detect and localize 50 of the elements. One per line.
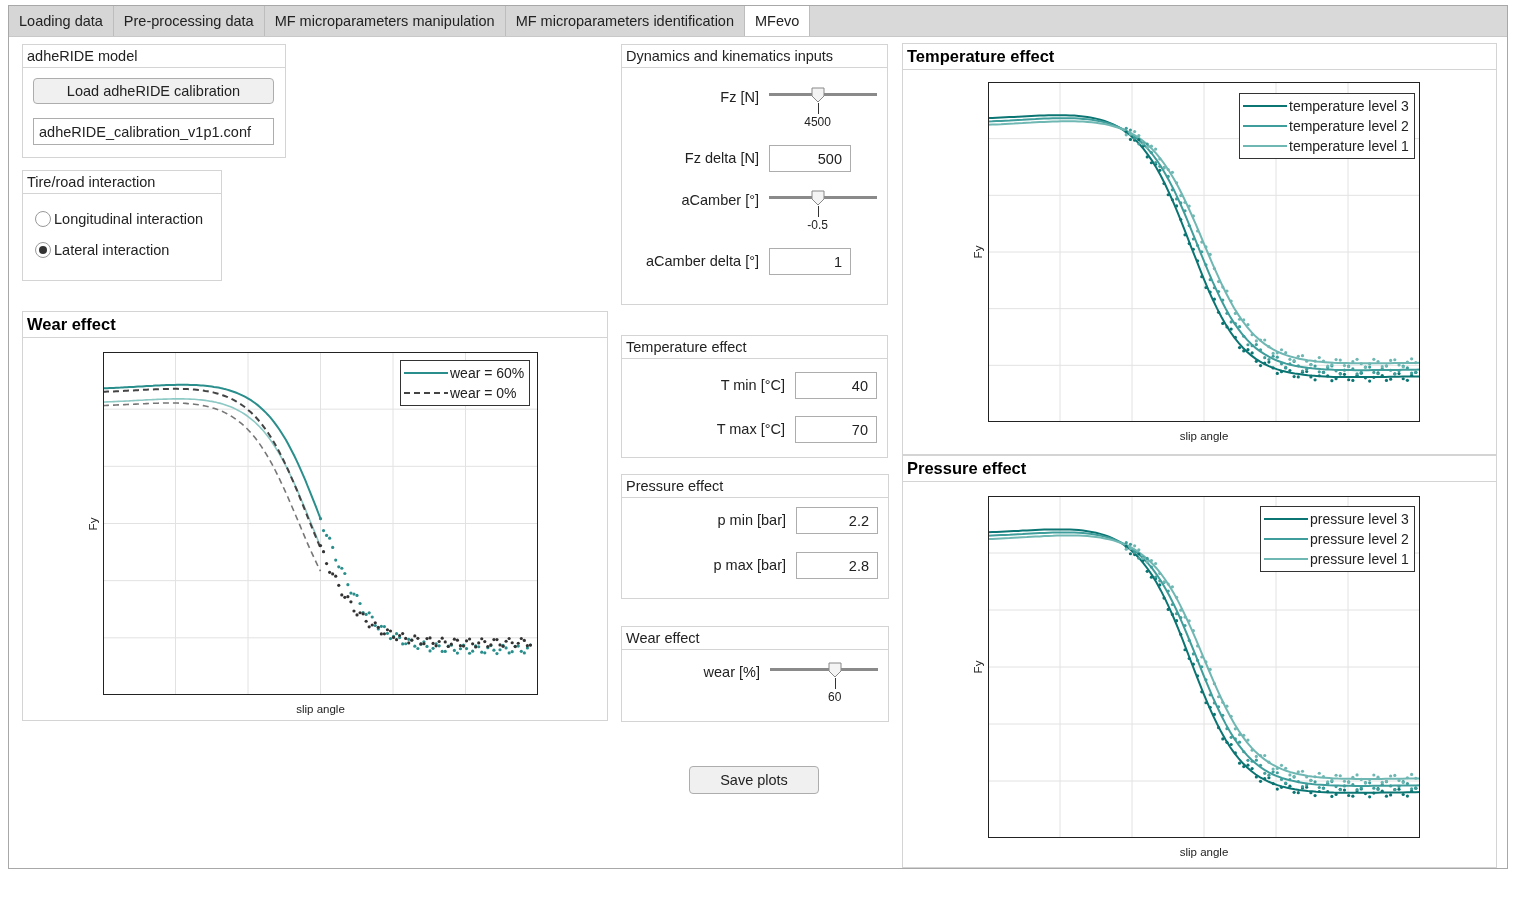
number-field[interactable]: 1	[769, 248, 851, 275]
slider-label: Fz [N]	[719, 88, 759, 105]
number-field[interactable]: 2.2	[796, 507, 878, 534]
file-name-field[interactable]: adheRIDE_calibration_v1p1.conf	[33, 118, 274, 145]
save-plots-button[interactable]: Save plots	[689, 766, 819, 794]
legend-label: wear = 60%	[450, 364, 525, 383]
x-axis-label: slip angle	[1179, 430, 1229, 442]
slider-thumb[interactable]	[810, 190, 825, 206]
field-label: T min [°C]	[719, 376, 785, 393]
panel-title: adheRIDE model	[23, 45, 285, 68]
radio-option[interactable]: Lateral interaction	[35, 242, 170, 258]
panel-title: Dynamics and kinematics inputs	[622, 45, 887, 68]
chart-title: Wear effect	[23, 312, 607, 338]
panel-title: Tire/road interaction	[23, 171, 221, 194]
legend-label: pressure level 2	[1310, 530, 1409, 549]
chart-title: Temperature effect	[903, 44, 1496, 70]
number-field[interactable]: 2.8	[796, 552, 878, 579]
slider-thumb[interactable]	[810, 87, 825, 103]
number-field[interactable]: 70	[795, 416, 877, 443]
legend-label: pressure level 3	[1310, 510, 1409, 529]
slider-label: wear [%]	[702, 663, 760, 680]
tab[interactable]: MFevo	[745, 6, 811, 36]
y-axis-label: Fy	[972, 244, 984, 261]
panel-title: Wear effect	[622, 627, 888, 650]
field-label: aCamber delta [°]	[645, 252, 759, 269]
field-label: Fz delta [N]	[683, 149, 759, 166]
number-field[interactable]: 40	[795, 372, 877, 399]
field-label: T max [°C]	[715, 420, 785, 437]
slider-thumb[interactable]	[827, 662, 842, 678]
field-label: p max [bar]	[712, 556, 786, 573]
number-field[interactable]: 500	[769, 145, 851, 172]
load-calibration-button[interactable]: Load adheRIDE calibration	[33, 78, 274, 104]
field-label: p min [bar]	[716, 511, 786, 528]
slider-label: aCamber [°]	[680, 191, 759, 208]
x-axis-label: slip angle	[1179, 846, 1229, 858]
x-axis-label: slip angle	[296, 703, 345, 715]
legend-label: temperature level 1	[1289, 137, 1409, 156]
chart-title: Pressure effect	[903, 456, 1496, 482]
y-axis-label: Fy	[87, 516, 99, 532]
legend-label: wear = 0%	[450, 384, 517, 403]
legend-label: pressure level 1	[1310, 550, 1409, 569]
panel-title: Pressure effect	[622, 475, 888, 498]
radio-option[interactable]: Longitudinal interaction	[35, 211, 204, 227]
panel-title: Temperature effect	[622, 336, 887, 359]
legend-label: temperature level 3	[1289, 97, 1409, 116]
legend-label: temperature level 2	[1289, 117, 1409, 136]
slider-value: 60	[828, 690, 842, 704]
slider-value: 4500	[804, 115, 831, 129]
slider-value: -0.5	[807, 218, 828, 232]
y-axis-label: Fy	[972, 659, 984, 676]
